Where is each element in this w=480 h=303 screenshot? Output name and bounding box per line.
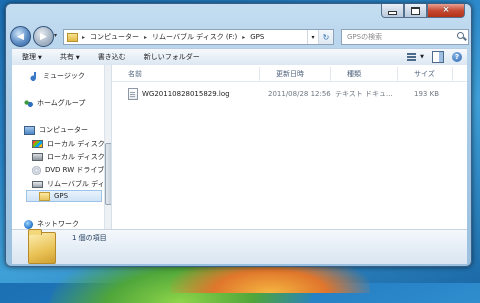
maximize-icon — [411, 6, 420, 15]
breadcrumb-computer[interactable]: コンピューター — [90, 32, 139, 42]
breadcrumb-gps[interactable]: GPS — [250, 33, 264, 41]
sidebar-item-label: ローカル ディスク — [47, 140, 105, 148]
caption-buttons: × — [381, 4, 465, 18]
music-icon — [30, 71, 39, 81]
forward-arrow-icon: ▶ — [40, 31, 47, 42]
forward-button[interactable]: ▶ — [33, 26, 54, 47]
maximize-button[interactable] — [404, 4, 427, 18]
crumb-separator-icon[interactable]: ▸ — [242, 34, 245, 41]
new-folder-button[interactable]: 新しいフォルダー — [144, 52, 200, 62]
recent-pages-dropdown[interactable]: ▾ — [54, 32, 60, 40]
file-size: 193 KB — [414, 89, 439, 98]
crumb-separator-icon[interactable]: ▸ — [82, 34, 85, 41]
navigation-bar: ◀ ▶ ▾ ▸ コンピューター ▸ リムーバブル ディスク (F:) ▸ GPS… — [10, 26, 469, 48]
minimize-button[interactable] — [381, 4, 404, 18]
navigation-pane: ミュージック ホームグループ コンピューター ローカル ディスク ローカル ディ… — [12, 65, 112, 229]
file-modified: 2011/08/28 12:56 — [268, 89, 331, 98]
sidebar-item-music[interactable]: ミュージック — [30, 70, 85, 82]
local-disk-icon — [32, 153, 43, 161]
sidebar-item-computer[interactable]: コンピューター — [24, 124, 88, 136]
column-header-name[interactable]: 名前 — [112, 67, 260, 81]
removable-disk-icon — [32, 180, 43, 188]
help-icon[interactable]: ? — [452, 52, 462, 62]
sidebar-item-homegroup[interactable]: ホームグループ — [24, 97, 85, 109]
network-icon — [24, 219, 33, 229]
explorer-window: × ◀ ▶ ▾ ▸ コンピューター ▸ リムーバブル ディスク (F:) ▸ G… — [5, 3, 472, 267]
sidebar-item-network[interactable]: ネットワーク — [24, 218, 79, 229]
command-bar: 整理 ▼ 共有 ▼ 書き込む 新しいフォルダー ▼ ? — [12, 48, 467, 66]
sidebar-item-local-disk-c[interactable]: ローカル ディスク — [32, 138, 105, 150]
search-input[interactable]: GPSの検索 — [347, 32, 456, 42]
sidebar-item-label: ローカル ディスク — [47, 153, 105, 161]
address-dropdown-button[interactable]: ▾ — [307, 30, 318, 44]
close-button[interactable]: × — [427, 4, 465, 18]
share-label: 共有 — [59, 53, 74, 61]
local-disk-icon — [32, 140, 43, 148]
view-controls: ▼ ? — [406, 51, 462, 63]
close-icon: × — [442, 5, 450, 15]
folder-icon — [39, 191, 50, 201]
chevron-down-icon: ▼ — [75, 55, 80, 61]
navigation-scrollbar[interactable] — [104, 65, 111, 229]
details-pane: 1 個の項目 — [12, 229, 467, 264]
sidebar-item-label: コンピューター — [39, 126, 88, 134]
dvd-drive-icon — [32, 165, 41, 175]
preview-pane-icon[interactable] — [432, 51, 444, 63]
back-button[interactable]: ◀ — [10, 26, 31, 47]
file-list: 名前 更新日時 種類 サイズ WG20110828015829.log 2011… — [112, 65, 467, 229]
computer-icon — [24, 125, 35, 135]
sidebar-item-local-disk-d[interactable]: ローカル ディスク — [32, 151, 105, 163]
chevron-down-icon: ▼ — [38, 55, 42, 61]
sidebar-item-gps[interactable]: GPS — [26, 190, 102, 202]
refresh-button[interactable]: ↻ — [318, 30, 333, 44]
sidebar-item-label: DVD RW ドライブ — [45, 166, 105, 174]
homegroup-icon — [24, 98, 33, 108]
share-button[interactable]: 共有 ▼ — [60, 52, 80, 62]
scrollbar-thumb[interactable] — [105, 143, 111, 205]
sidebar-item-removable-disk[interactable]: リムーバブル ディス — [32, 178, 112, 190]
sidebar-item-label: ネットワーク — [37, 220, 79, 228]
folder-icon — [67, 32, 78, 42]
content-area: ミュージック ホームグループ コンピューター ローカル ディスク ローカル ディ… — [12, 65, 467, 230]
back-arrow-icon: ◀ — [17, 31, 24, 42]
column-header-modified[interactable]: 更新日時 — [260, 67, 331, 81]
crumb-separator-icon[interactable]: ▸ — [144, 34, 147, 41]
column-header-size[interactable]: サイズ — [398, 67, 453, 81]
item-count: 1 個の項目 — [72, 234, 107, 242]
sidebar-item-dvd-drive[interactable]: DVD RW ドライブ — [32, 164, 104, 176]
text-file-icon — [128, 87, 138, 100]
minimize-icon — [388, 11, 397, 15]
sidebar-item-label: ミュージック — [43, 72, 85, 80]
chevron-down-icon[interactable]: ▼ — [420, 54, 424, 60]
organize-label: 整理 — [22, 53, 36, 61]
address-bar[interactable]: ▸ コンピューター ▸ リムーバブル ディスク (F:) ▸ GPS ▾ ↻ — [63, 29, 334, 45]
file-name: WG20110828015829.log — [142, 89, 230, 98]
search-icon[interactable] — [456, 31, 468, 43]
burn-button[interactable]: 書き込む — [98, 52, 126, 62]
search-box[interactable]: GPSの検索 — [341, 29, 469, 45]
sidebar-item-label: リムーバブル ディス — [47, 180, 112, 188]
sidebar-item-label: GPS — [54, 192, 69, 200]
file-name-cell: WG20110828015829.log — [112, 87, 260, 100]
file-type: テキスト ドキュ... — [335, 89, 393, 98]
change-view-icon[interactable] — [406, 52, 418, 62]
organize-button[interactable]: 整理 ▼ — [22, 52, 42, 62]
folder-icon — [28, 229, 56, 264]
column-header-type[interactable]: 種類 — [331, 67, 398, 81]
column-headers: 名前 更新日時 種類 サイズ — [112, 67, 467, 82]
file-row[interactable]: WG20110828015829.log 2011/08/28 12:56 テキ… — [112, 87, 467, 100]
breadcrumb-removable-disk[interactable]: リムーバブル ディスク (F:) — [152, 32, 237, 42]
sidebar-item-label: ホームグループ — [37, 99, 86, 107]
